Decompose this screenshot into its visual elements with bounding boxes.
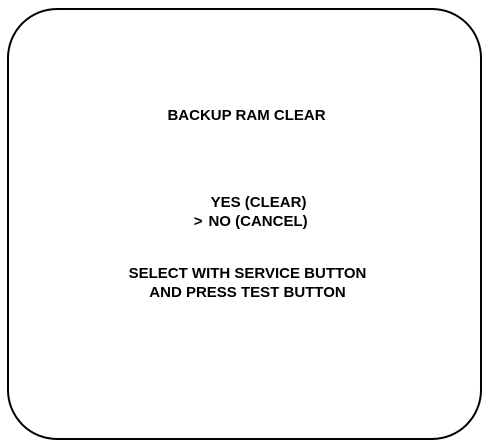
selection-cursor-icon: >	[193, 213, 203, 230]
instruction-line-1: SELECT WITH SERVICE BUTTON	[128, 265, 367, 282]
instruction-line-2: AND PRESS TEST BUTTON	[149, 284, 346, 301]
page-title: BACKUP RAM CLEAR	[167, 107, 326, 124]
option-no-label: NO (CANCEL)	[208, 213, 308, 230]
option-no-cancel[interactable]: > NO (CANCEL)	[0, 195, 493, 231]
